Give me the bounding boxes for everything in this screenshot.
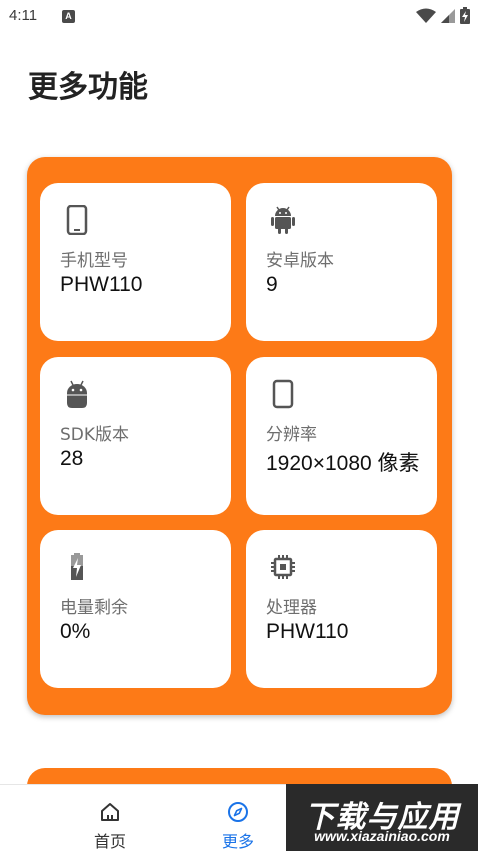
phone-icon bbox=[66, 205, 88, 235]
card-android-version[interactable]: 安卓版本 9 bbox=[246, 183, 437, 341]
status-bar: 4:11 A bbox=[0, 0, 478, 34]
card-label: 安卓版本 bbox=[266, 251, 334, 271]
device-info-panel: 手机型号 PHW110 安卓版本 9 SDK版本 28 分辨率 1920×108… bbox=[27, 157, 452, 715]
card-value: 1920×1080 像素 bbox=[266, 452, 420, 475]
watermark-url: www.xiazainiao.com bbox=[314, 828, 450, 844]
card-label: 分辨率 bbox=[266, 425, 317, 445]
card-value: 9 bbox=[266, 273, 278, 296]
page-title: 更多功能 bbox=[28, 70, 148, 105]
nav-home-label: 首页 bbox=[93, 832, 126, 851]
nav-more-label: 更多 bbox=[221, 832, 254, 851]
signal-icon bbox=[441, 8, 455, 23]
watermark-logo: 下载与应用 www.xiazainiao.com bbox=[286, 784, 478, 851]
nav-home[interactable]: 首页 bbox=[60, 785, 160, 851]
chip-icon bbox=[271, 555, 295, 579]
battery-icon bbox=[460, 7, 470, 24]
card-resolution[interactable]: 分辨率 1920×1080 像素 bbox=[246, 357, 437, 515]
card-phone-model[interactable]: 手机型号 PHW110 bbox=[40, 183, 231, 341]
wifi-icon bbox=[416, 8, 436, 23]
screen-icon bbox=[272, 379, 294, 409]
card-label: SDK版本 bbox=[60, 425, 130, 445]
card-processor[interactable]: 处理器 PHW110 bbox=[246, 530, 437, 688]
card-value: PHW110 bbox=[266, 620, 349, 643]
home-icon bbox=[101, 803, 119, 821]
card-value: 28 bbox=[60, 447, 84, 470]
card-label: 手机型号 bbox=[60, 251, 128, 271]
card-sdk-version[interactable]: SDK版本 28 bbox=[40, 357, 231, 515]
android-icon bbox=[271, 206, 295, 234]
card-label: 电量剩余 bbox=[60, 598, 128, 618]
notification-icon: A bbox=[62, 10, 75, 23]
card-label: 处理器 bbox=[266, 598, 317, 618]
battery-charging-icon bbox=[71, 553, 83, 580]
nav-more[interactable]: 更多 bbox=[188, 785, 288, 851]
card-battery-level[interactable]: 电量剩余 0% bbox=[40, 530, 231, 688]
status-icons bbox=[416, 7, 470, 24]
card-value: 0% bbox=[60, 620, 91, 643]
android-head-icon bbox=[67, 380, 87, 408]
status-time: 4:11 bbox=[9, 7, 38, 24]
compass-icon bbox=[228, 802, 248, 822]
card-value: PHW110 bbox=[60, 273, 143, 296]
